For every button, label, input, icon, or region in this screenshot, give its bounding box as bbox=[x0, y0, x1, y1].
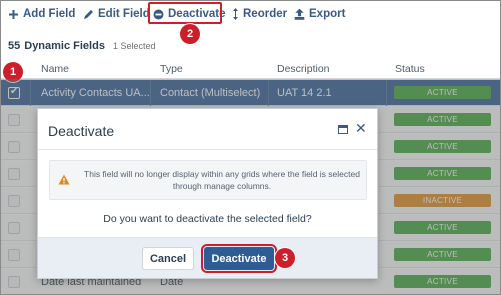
confirm-question: Do you want to deactivate the selected f… bbox=[103, 213, 312, 225]
grid-header: Name Type Description Status bbox=[1, 59, 500, 79]
cancel-button[interactable]: Cancel bbox=[142, 247, 194, 270]
export-button[interactable]: Export bbox=[294, 5, 345, 23]
edit-field-button[interactable]: Edit Field bbox=[83, 5, 150, 23]
close-icon[interactable]: ✕ bbox=[355, 120, 367, 137]
column-header-description[interactable]: Description bbox=[277, 63, 330, 75]
add-field-button[interactable]: Add Field bbox=[8, 5, 75, 23]
deactivate-highlight-box bbox=[148, 2, 222, 24]
dialog-divider bbox=[38, 149, 377, 150]
edit-field-label: Edit Field bbox=[98, 8, 150, 20]
column-header-status[interactable]: Status bbox=[395, 63, 425, 75]
column-header-name[interactable]: Name bbox=[41, 63, 69, 75]
toolbar: Add Field Edit Field Deactivate Reorder … bbox=[1, 1, 500, 28]
warning-icon bbox=[58, 174, 70, 185]
warning-box: This field will no longer display within… bbox=[49, 160, 367, 200]
callout-3: 3 bbox=[275, 248, 295, 268]
maximize-icon[interactable] bbox=[338, 125, 348, 134]
plus-icon bbox=[9, 9, 18, 19]
fields-header: 55 Dynamic Fields 1 Selected bbox=[1, 33, 500, 59]
confirm-deactivate-button[interactable]: Deactivate bbox=[201, 244, 277, 273]
reorder-label: Reorder bbox=[243, 8, 288, 20]
reorder-icon bbox=[233, 8, 238, 20]
app-frame: Add Field Edit Field Deactivate Reorder … bbox=[0, 0, 501, 295]
deactivate-dialog: Deactivate ✕ This field will no longer d… bbox=[37, 108, 378, 279]
fields-count: 55 bbox=[8, 40, 21, 52]
pencil-icon bbox=[84, 9, 93, 19]
warning-text: This field will no longer display within… bbox=[84, 169, 360, 191]
export-label: Export bbox=[309, 8, 346, 20]
reorder-button[interactable]: Reorder bbox=[232, 5, 287, 23]
fields-title: Dynamic Fields bbox=[24, 40, 105, 52]
dialog-title: Deactivate bbox=[48, 123, 115, 139]
column-header-type[interactable]: Type bbox=[160, 63, 183, 75]
export-icon bbox=[294, 8, 305, 20]
dialog-footer: Cancel Deactivate bbox=[38, 237, 377, 278]
selected-count: 1 Selected bbox=[112, 41, 156, 51]
add-field-label: Add Field bbox=[23, 8, 76, 20]
